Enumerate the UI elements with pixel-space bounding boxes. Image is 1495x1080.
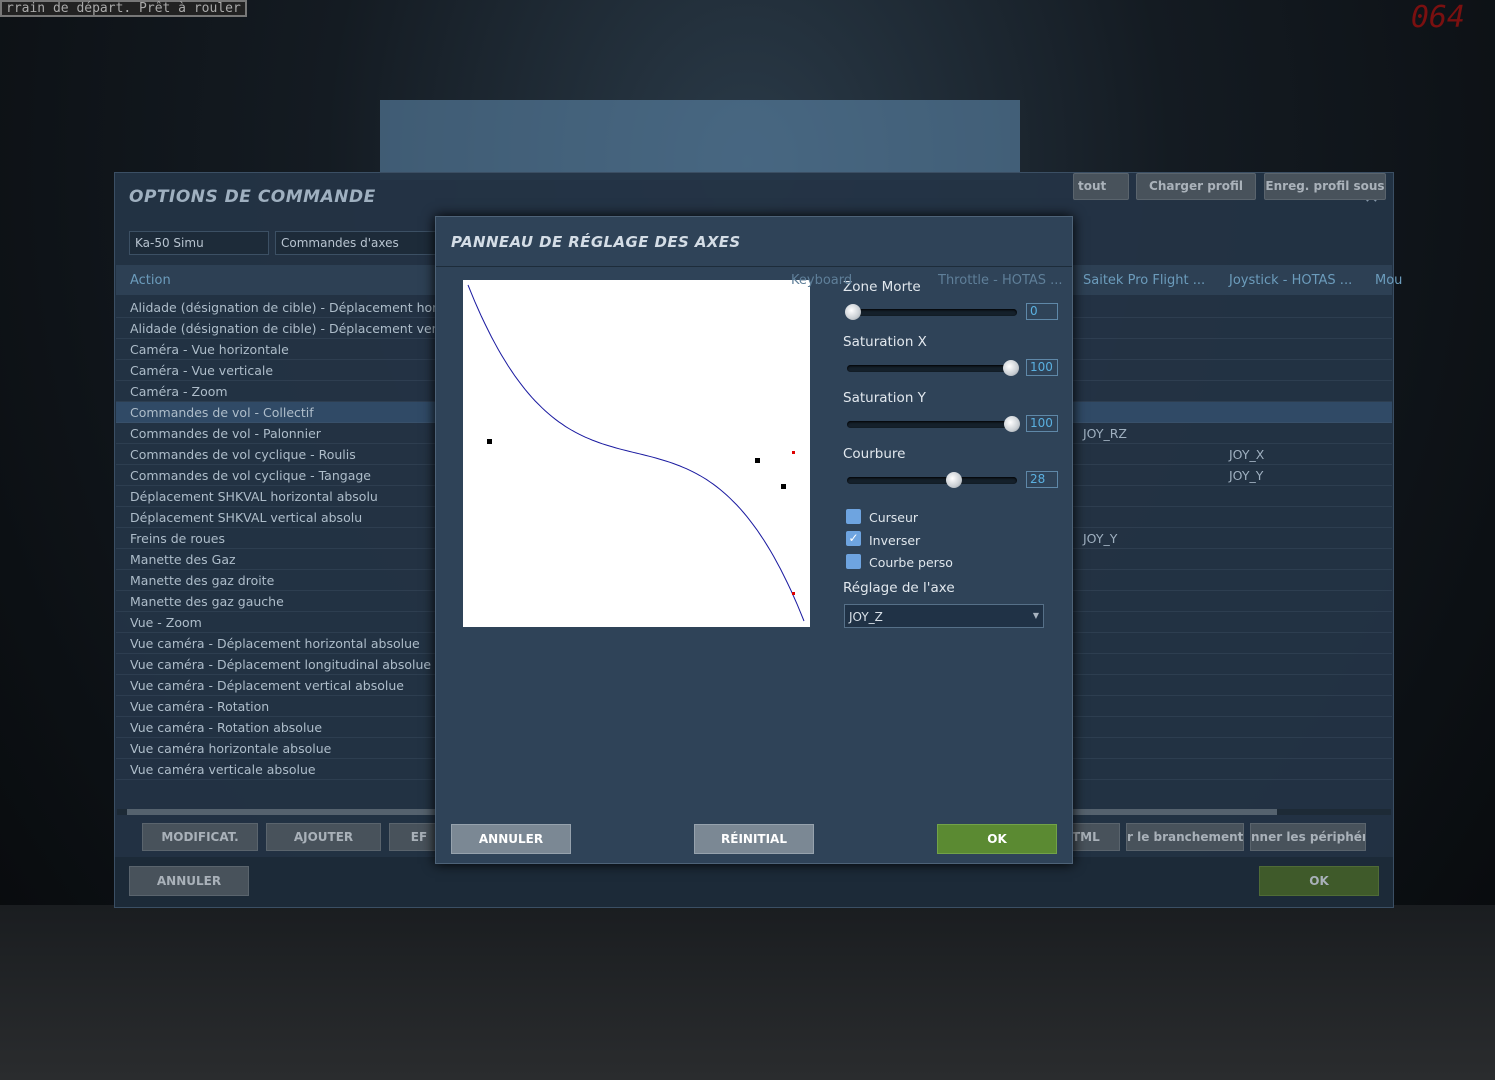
panel-title: PANNEAU DE RÉGLAGE DES AXES <box>451 233 741 251</box>
axis-position-marker <box>792 451 795 454</box>
action-label: Manette des Gaz <box>130 552 236 567</box>
slider-knob[interactable] <box>1004 416 1020 432</box>
response-curve-graph <box>463 280 810 627</box>
joystick-binding[interactable]: JOY_Y <box>1229 468 1263 483</box>
saturation-y-slider[interactable] <box>847 416 1020 432</box>
modify-button[interactable]: MODIFICAT. <box>142 823 258 851</box>
cursor-checkbox[interactable] <box>846 509 861 524</box>
action-label: Vue - Zoom <box>130 615 202 630</box>
slider-knob[interactable] <box>1003 360 1019 376</box>
dead-zone-input[interactable]: 0 <box>1026 303 1058 320</box>
dead-zone-slider[interactable] <box>845 304 1017 320</box>
saturation-y-input[interactable]: 100 <box>1026 415 1058 432</box>
action-label: Commandes de vol cyclique - Roulis <box>130 447 356 462</box>
cursor-label: Curseur <box>869 510 919 525</box>
action-label: Caméra - Zoom <box>130 384 228 399</box>
action-label: Caméra - Vue horizontale <box>130 342 289 357</box>
column-action[interactable]: Action <box>130 273 171 288</box>
hotplug-button[interactable]: r le branchement à <box>1126 823 1244 851</box>
aircraft-select[interactable]: Ka-50 Simu <box>129 231 269 255</box>
axis-select[interactable]: JOY_Z ▼ <box>844 604 1044 628</box>
dead-zone-label: Zone Morte <box>843 279 921 295</box>
column-throttle[interactable]: Throttle - HOTAS ... <box>938 273 1063 288</box>
action-label: Vue caméra - Rotation absolue <box>130 720 323 735</box>
axis-tune-panel: PANNEAU DE RÉGLAGE DES AXES Zone Morte 0… <box>435 216 1073 864</box>
action-label: Commandes de vol - Palonnier <box>130 426 321 441</box>
panel-cancel-button[interactable]: ANNULER <box>451 824 571 854</box>
column-saitek[interactable]: Saitek Pro Flight ... <box>1083 273 1205 288</box>
action-label: Vue caméra verticale absolue <box>130 762 316 777</box>
invert-checkbox[interactable]: ✓ <box>846 531 861 546</box>
curve-marker <box>755 458 760 463</box>
action-label: Vue caméra - Déplacement longitudinal ab… <box>130 657 432 672</box>
axis-position-marker <box>792 592 795 595</box>
response-curve-line <box>467 284 805 622</box>
dialog-title: OPTIONS DE COMMANDE <box>129 187 376 207</box>
action-label: Déplacement SHKVAL vertical absolu <box>130 510 363 525</box>
saturation-x-label: Saturation X <box>843 334 927 350</box>
clear-all-button[interactable]: tout <box>1073 173 1129 200</box>
add-button[interactable]: AJOUTER <box>266 823 381 851</box>
digital-counter: 064 <box>1410 0 1465 35</box>
scan-devices-button[interactable]: nner les périphéı <box>1250 823 1366 851</box>
invert-label: Inverser <box>869 533 921 548</box>
curvature-input[interactable]: 28 <box>1026 471 1058 488</box>
saitek-binding[interactable]: JOY_Y <box>1083 531 1117 546</box>
axis-setting-label: Réglage de l'axe <box>843 580 955 596</box>
load-profile-button[interactable]: Charger profil <box>1136 173 1256 200</box>
action-label: Manette des gaz gauche <box>130 594 284 609</box>
action-label: Caméra - Vue verticale <box>130 363 274 378</box>
action-label: Manette des gaz droite <box>130 573 275 588</box>
action-label: Vue caméra horizontale absolue <box>130 741 332 756</box>
column-keyboard[interactable]: Keyboard <box>791 273 852 288</box>
save-profile-as-button[interactable]: Enreg. profil sous <box>1264 173 1386 200</box>
action-label: Freins de roues <box>130 531 225 546</box>
joystick-binding[interactable]: JOY_X <box>1229 447 1264 462</box>
saturation-x-slider[interactable] <box>847 360 1019 376</box>
axis-select-value: JOY_Z <box>849 610 883 624</box>
ok-button[interactable]: OK <box>1259 866 1379 896</box>
status-message: rrain de départ. Prêt à rouler <box>0 0 247 17</box>
column-mouse[interactable]: Mou <box>1375 273 1402 288</box>
dialog-footer: ANNULER OK <box>115 857 1393 907</box>
custom-curve-checkbox[interactable] <box>846 554 861 569</box>
action-label: Vue caméra - Déplacement vertical absolu… <box>130 678 404 693</box>
curve-marker <box>487 439 492 444</box>
panel-reset-button[interactable]: RÉINITIAL <box>694 824 814 854</box>
slider-knob[interactable] <box>845 304 861 320</box>
action-label: Vue caméra - Déplacement horizontal abso… <box>130 636 420 651</box>
action-label: Déplacement SHKVAL horizontal absolu <box>130 489 378 504</box>
column-joystick[interactable]: Joystick - HOTAS ... <box>1229 273 1352 288</box>
panel-ok-button[interactable]: OK <box>937 824 1057 854</box>
curvature-label: Courbure <box>843 446 906 462</box>
action-label: Vue caméra - Rotation <box>130 699 270 714</box>
custom-curve-label: Courbe perso <box>869 555 953 570</box>
html-button[interactable]: TML <box>1065 823 1120 851</box>
saturation-x-input[interactable]: 100 <box>1026 359 1058 376</box>
cancel-button[interactable]: ANNULER <box>129 866 249 896</box>
saitek-binding[interactable]: JOY_RZ <box>1083 426 1127 441</box>
action-label: Commandes de vol cyclique - Tangage <box>130 468 371 483</box>
category-select[interactable]: Commandes d'axes <box>275 231 445 255</box>
chevron-down-icon: ▼ <box>1032 611 1039 620</box>
check-icon: ✓ <box>848 531 859 545</box>
curve-marker <box>781 484 786 489</box>
action-label: Commandes de vol - Collectif <box>130 405 314 420</box>
saturation-y-label: Saturation Y <box>843 390 926 406</box>
slider-knob[interactable] <box>946 472 962 488</box>
curvature-slider[interactable] <box>847 472 1017 488</box>
